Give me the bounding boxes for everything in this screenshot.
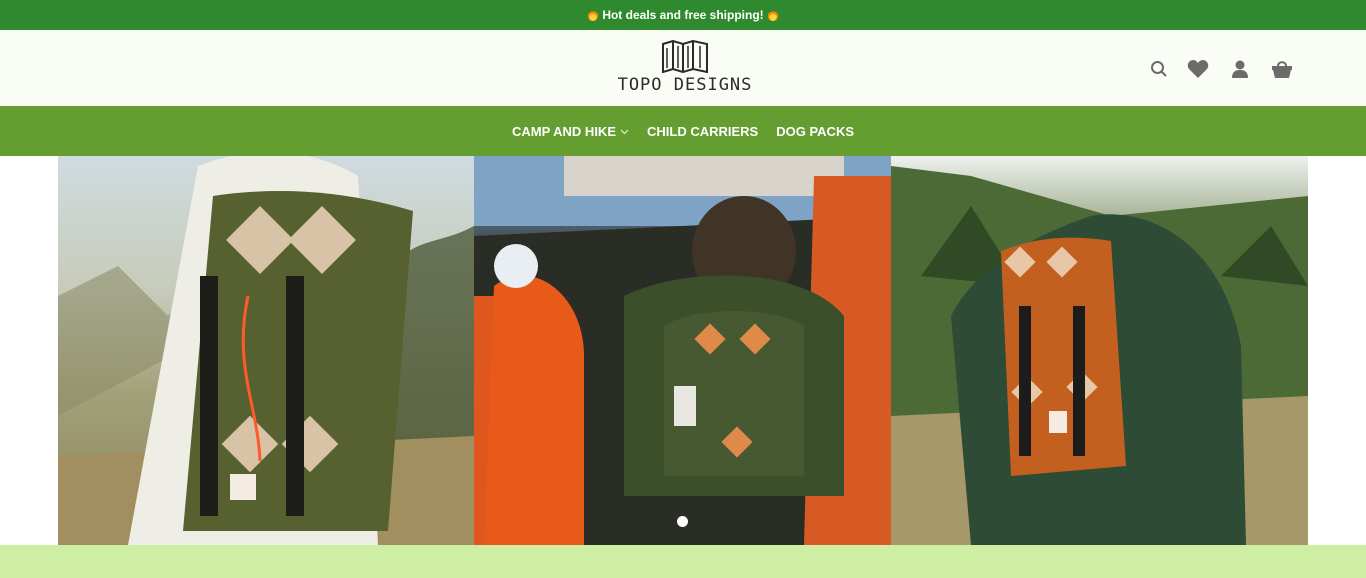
cart-icon[interactable] [1271,58,1293,80]
map-logo-icon [662,40,708,73]
main-nav: CAMP AND HIKE CHILD CARRIERS DOG PACKS [0,106,1366,156]
site-header: TOPO DESIGNS [0,30,1366,106]
nav-item-label: DOG PACKS [776,123,854,139]
brand-name: TOPO DESIGNS [617,75,753,95]
nav-item-child-carriers[interactable]: CHILD CARRIERS [647,124,758,139]
flame-icon [767,9,778,21]
user-icon[interactable] [1229,58,1251,80]
nav-item-label: CAMP AND HIKE [511,123,616,139]
announcement-bar: Hot deals and free shipping! [0,0,1366,30]
hero-image-man-in-truck [474,156,891,545]
nav-item-camp-and-hike[interactable]: CAMP AND HIKE [512,124,629,139]
search-icon[interactable] [1148,58,1170,80]
hero-image-orange-backpack [891,156,1308,545]
section-band [0,545,1366,578]
hero-slider[interactable] [58,156,1308,545]
chevron-down-icon [620,129,629,134]
brand-logo[interactable]: TOPO DESIGNS [615,40,755,98]
flame-icon [588,9,599,21]
nav-item-label: CHILD CARRIERS [647,123,759,139]
header-icons [1148,58,1292,80]
heart-icon[interactable] [1187,58,1209,80]
slider-dot[interactable] [677,516,688,527]
announcement-text: Hot deals and free shipping! [602,8,764,22]
nav-item-dog-packs[interactable]: DOG PACKS [776,124,854,139]
hero-image-green-backpack [58,156,474,545]
